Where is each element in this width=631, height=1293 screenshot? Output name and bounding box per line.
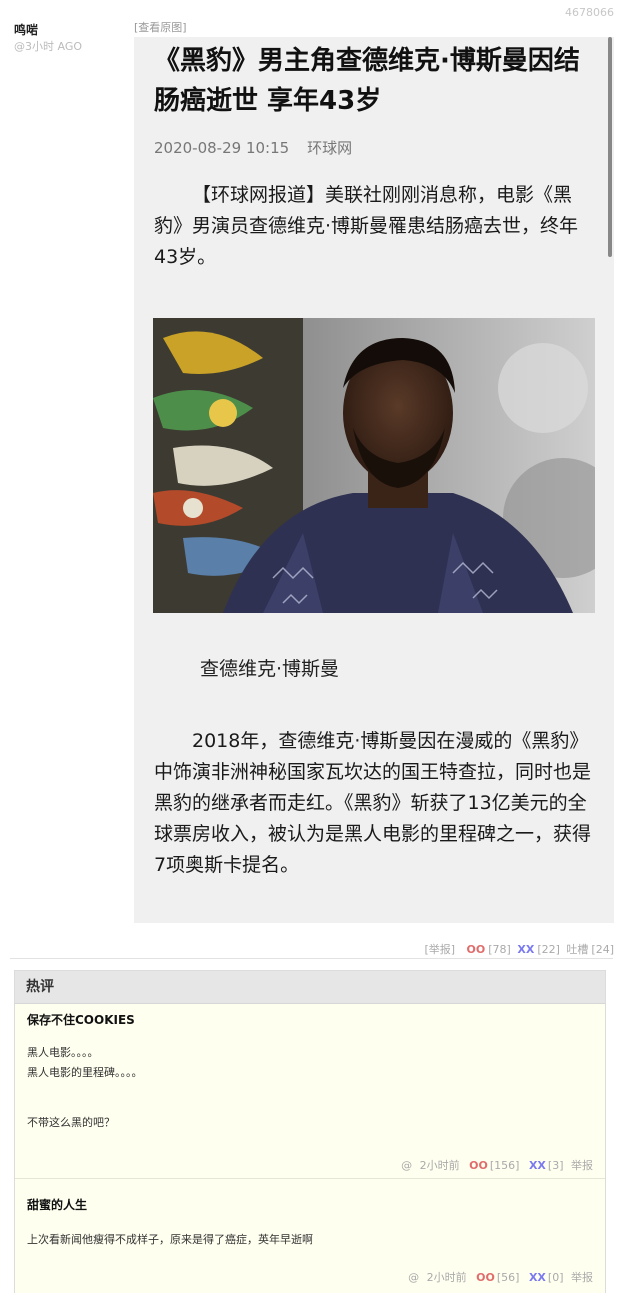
xx-button[interactable]: XX — [529, 1271, 546, 1284]
oo-count: [156] — [489, 1159, 520, 1172]
comment-author[interactable]: 甜蜜的人生 — [27, 1179, 593, 1213]
comment-author[interactable]: 保存不住COOKIES — [27, 1004, 593, 1028]
comment-line — [27, 1083, 593, 1113]
tucao-link[interactable]: 吐槽 — [566, 943, 588, 956]
comment-footer: @ 2小时前 OO [56] XX [0] 举报 — [406, 1269, 593, 1285]
post-time: @3小时 AGO — [14, 40, 83, 53]
comment-line: 上次看新闻他瘦得不成样子，原来是得了癌症，英年早逝啊 — [27, 1233, 313, 1246]
article-paragraph-2: 2018年，查德维克·博斯曼因在漫威的《黑豹》中饰演非洲神秘国家瓦坎达的国王特查… — [154, 730, 592, 876]
post-actions: [举报] OO [78] XX [22] 吐槽 [24] — [421, 941, 614, 957]
post-id: 4678066 — [565, 6, 614, 19]
comment-footer: @ 2小时前 OO [156] XX [3] 举报 — [399, 1157, 593, 1173]
divider — [10, 958, 613, 959]
comment-time: 2小时前 — [426, 1271, 467, 1284]
report-link[interactable]: 举报 — [571, 1159, 593, 1172]
comment: 甜蜜的人生 上次看新闻他瘦得不成样子，原来是得了癌症，英年早逝啊 @ 2小时前 … — [15, 1179, 605, 1293]
oo-button[interactable]: OO — [476, 1271, 495, 1284]
xx-count: [22] — [537, 943, 560, 956]
oo-button[interactable]: OO — [467, 943, 486, 956]
tucao-count: [24] — [591, 943, 614, 956]
at-icon: @ — [408, 1271, 420, 1284]
comment-line: 黑人电影。。。。 — [27, 1046, 99, 1059]
comment-line: 黑人电影的里程碑。。。。 — [27, 1066, 143, 1079]
oo-count: [56] — [496, 1271, 520, 1284]
article-meta: 2020-08-29 10:15 环球网 — [154, 137, 352, 158]
article-screenshot: 《黑豹》男主角查德维克·博斯曼因结肠癌逝世 享年43岁 2020-08-29 1… — [134, 37, 614, 923]
view-original-link[interactable]: [查看原图] — [134, 19, 187, 35]
report-link[interactable]: 举报 — [571, 1271, 593, 1284]
oo-count: [78] — [488, 943, 511, 956]
xx-button[interactable]: XX — [517, 943, 534, 956]
comment: 保存不住COOKIES 黑人电影。。。。 黑人电影的里程碑。。。。 不带这么黑的… — [15, 1004, 605, 1178]
scrollbar — [608, 37, 612, 257]
article-title: 《黑豹》男主角查德维克·博斯曼因结肠癌逝世 享年43岁 — [154, 46, 580, 116]
xx-count: [3] — [547, 1159, 564, 1172]
article-source: 环球网 — [307, 139, 353, 157]
xx-count: [0] — [547, 1271, 564, 1284]
hot-comments-title: 热评 — [15, 971, 605, 1004]
article-paragraph-1: 【环球网报道】美联社刚刚消息称，电影《黑豹》男演员查德维克·博斯曼罹患结肠癌去世… — [154, 184, 579, 268]
photo-caption: 查德维克·博斯曼 — [200, 658, 340, 680]
oo-button[interactable]: OO — [469, 1159, 488, 1172]
report-link[interactable]: [举报] — [424, 943, 455, 956]
post-author[interactable]: 鸣啱 — [14, 21, 38, 38]
comment-line: 不带这么黑的吧？ — [27, 1116, 115, 1129]
hot-comments: 热评 保存不住COOKIES 黑人电影。。。。 黑人电影的里程碑。。。。 不带这… — [14, 970, 606, 1293]
xx-button[interactable]: XX — [529, 1159, 546, 1172]
at-icon: @ — [401, 1159, 413, 1172]
article-photo — [153, 318, 595, 613]
article-date: 2020-08-29 10:15 — [154, 139, 290, 157]
comment-time: 2小时前 — [419, 1159, 460, 1172]
